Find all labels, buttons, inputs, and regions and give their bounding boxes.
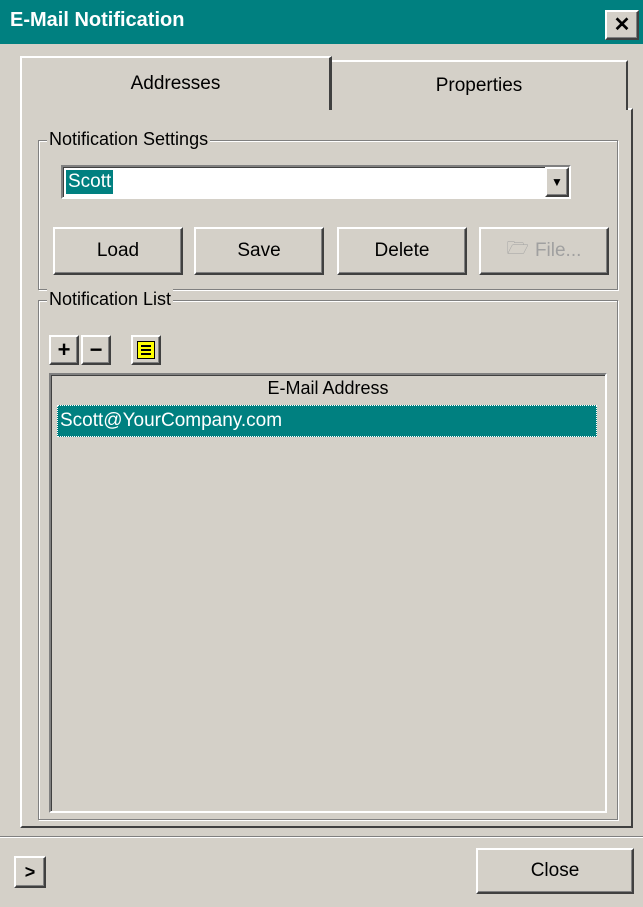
chevron-right-icon: > xyxy=(24,861,36,882)
list-item-label: Scott@YourCompany.com xyxy=(60,410,283,431)
tab-panel-addresses: Notification Settings Scott ▼ Load Save … xyxy=(20,108,633,828)
email-address-list[interactable]: E-Mail Address Scott@YourCompany.com xyxy=(49,373,607,813)
notification-settings-legend: Notification Settings xyxy=(47,129,211,150)
close-button-label: Close xyxy=(530,860,580,881)
delete-button[interactable]: Delete xyxy=(337,227,467,275)
tab-properties-label: Properties xyxy=(435,75,523,96)
notification-settings-combobox[interactable]: Scott ▼ xyxy=(61,165,571,199)
tab-properties[interactable]: Properties xyxy=(330,60,628,110)
title-bar: E-Mail Notification ✕ xyxy=(0,0,643,44)
footer-divider xyxy=(0,836,643,838)
plus-icon: + xyxy=(57,337,71,362)
column-header-label: E-Mail Address xyxy=(267,377,389,398)
notification-list-legend: Notification List xyxy=(47,289,174,310)
close-button[interactable]: Close xyxy=(476,848,634,894)
minus-icon: − xyxy=(89,337,103,362)
notification-settings-group: Notification Settings Scott ▼ Load Save … xyxy=(38,129,618,290)
folder-open-icon: 🗁 xyxy=(506,238,529,258)
add-address-button[interactable]: + xyxy=(49,335,79,365)
delete-button-label: Delete xyxy=(374,240,430,261)
combobox-dropdown-button[interactable]: ▼ xyxy=(545,167,569,197)
combobox-selected-value: Scott xyxy=(66,170,114,194)
list-item[interactable]: Scott@YourCompany.com xyxy=(57,405,597,437)
remove-address-button[interactable]: − xyxy=(81,335,111,365)
load-button[interactable]: Load xyxy=(53,227,183,275)
load-button-label: Load xyxy=(96,240,140,261)
tab-addresses[interactable]: Addresses xyxy=(20,56,332,110)
file-button-label: File... xyxy=(534,240,582,261)
expand-button[interactable]: > xyxy=(14,856,46,888)
save-button-label: Save xyxy=(237,240,281,261)
chevron-down-icon: ▼ xyxy=(551,175,563,189)
save-button[interactable]: Save xyxy=(194,227,324,275)
column-header-email[interactable]: E-Mail Address xyxy=(51,375,605,401)
window-title: E-Mail Notification xyxy=(10,9,185,31)
close-icon: ✕ xyxy=(613,14,631,36)
notification-list-group: Notification List + − E-Mail Address Sco… xyxy=(38,289,618,820)
address-properties-button[interactable] xyxy=(131,335,161,365)
properties-icon xyxy=(137,341,155,359)
close-window-button[interactable]: ✕ xyxy=(605,10,639,40)
tab-addresses-label: Addresses xyxy=(130,73,221,94)
file-button[interactable]: 🗁 File... xyxy=(479,227,609,275)
